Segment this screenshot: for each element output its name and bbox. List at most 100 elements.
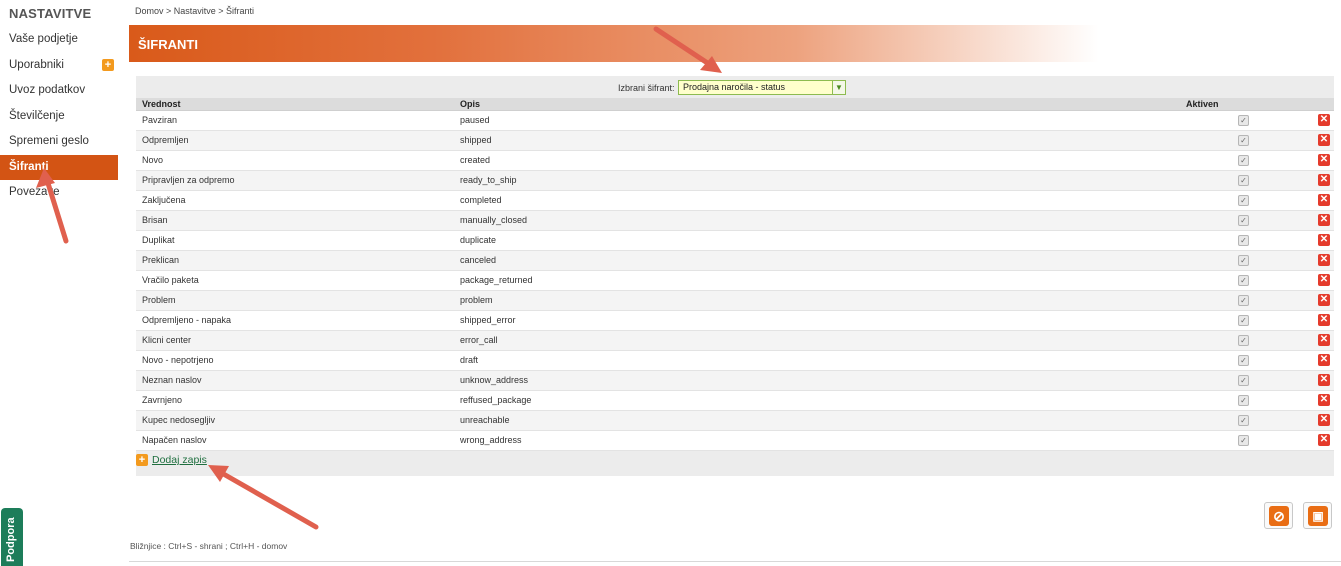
cell-vrednost[interactable]: Brisan — [136, 210, 454, 231]
column-header-aktiven: Aktiven — [1180, 98, 1306, 111]
active-checkbox[interactable]: ✓ — [1238, 394, 1249, 406]
delete-icon[interactable]: ✕ — [1318, 254, 1330, 266]
delete-icon[interactable]: ✕ — [1318, 134, 1330, 146]
cell-vrednost[interactable]: Zaključena — [136, 190, 454, 211]
active-checkbox[interactable]: ✓ — [1238, 354, 1249, 366]
cell-vrednost[interactable]: Problem — [136, 290, 454, 311]
sidebar-item-povezave[interactable]: Povezave — [0, 180, 118, 206]
add-icon[interactable]: + — [136, 454, 148, 467]
cell-opis[interactable]: duplicate — [454, 230, 1180, 251]
active-checkbox[interactable]: ✓ — [1238, 194, 1249, 206]
active-checkbox[interactable]: ✓ — [1238, 174, 1249, 186]
sidebar: NASTAVITVE Vaše podjetje Uporabniki + Uv… — [0, 0, 120, 566]
cell-aktiven: ✓ — [1180, 150, 1306, 171]
cell-opis[interactable]: wrong_address — [454, 430, 1180, 451]
table-row: Kupec nedosegljiv unreachable ✓ ✕ — [136, 410, 1334, 431]
active-checkbox[interactable]: ✓ — [1238, 334, 1249, 346]
cell-vrednost[interactable]: Pripravljen za odpremo — [136, 170, 454, 191]
cell-opis[interactable]: created — [454, 150, 1180, 171]
cell-opis[interactable]: ready_to_ship — [454, 170, 1180, 191]
cell-opis[interactable]: shipped_error — [454, 310, 1180, 331]
active-checkbox[interactable]: ✓ — [1238, 274, 1249, 286]
delete-icon[interactable]: ✕ — [1318, 194, 1330, 206]
codebook-select[interactable]: Prodajna naročila - status ▼ — [678, 80, 846, 95]
cell-aktiven: ✓ — [1180, 410, 1306, 431]
cell-opis[interactable]: draft — [454, 350, 1180, 371]
save-button[interactable]: ▣ — [1303, 502, 1332, 529]
cell-vrednost[interactable]: Pavziran — [136, 110, 454, 131]
delete-icon[interactable]: ✕ — [1318, 294, 1330, 306]
cell-opis[interactable]: shipped — [454, 130, 1180, 151]
selector-row: Izbrani šifrant: Prodajna naročila - sta… — [136, 79, 1334, 97]
cell-opis[interactable]: paused — [454, 110, 1180, 131]
sidebar-item-uvoz-podatkov[interactable]: Uvoz podatkov — [0, 78, 118, 104]
active-checkbox[interactable]: ✓ — [1238, 234, 1249, 246]
active-checkbox[interactable]: ✓ — [1238, 214, 1249, 226]
active-checkbox[interactable]: ✓ — [1238, 154, 1249, 166]
delete-icon[interactable]: ✕ — [1318, 434, 1330, 446]
cell-vrednost[interactable]: Zavrnjeno — [136, 390, 454, 411]
delete-icon[interactable]: ✕ — [1318, 234, 1330, 246]
delete-icon[interactable]: ✕ — [1318, 374, 1330, 386]
table-row: Klicni center error_call ✓ ✕ — [136, 330, 1334, 351]
cell-opis[interactable]: manually_closed — [454, 210, 1180, 231]
delete-icon[interactable]: ✕ — [1318, 414, 1330, 426]
cell-opis[interactable]: canceled — [454, 250, 1180, 271]
cell-opis[interactable]: unreachable — [454, 410, 1180, 431]
cell-vrednost[interactable]: Odpremljeno - napaka — [136, 310, 454, 331]
cancel-button[interactable]: ⊘ — [1264, 502, 1293, 529]
delete-icon[interactable]: ✕ — [1318, 314, 1330, 326]
cell-vrednost[interactable]: Napačen naslov — [136, 430, 454, 451]
cell-vrednost[interactable]: Novo — [136, 150, 454, 171]
cell-aktiven: ✓ — [1180, 210, 1306, 231]
table-row: Zavrnjeno reffused_package ✓ ✕ — [136, 390, 1334, 411]
delete-icon[interactable]: ✕ — [1318, 394, 1330, 406]
active-checkbox[interactable]: ✓ — [1238, 314, 1249, 326]
cell-opis[interactable]: unknow_address — [454, 370, 1180, 391]
cell-vrednost[interactable]: Preklican — [136, 250, 454, 271]
active-checkbox[interactable]: ✓ — [1238, 434, 1249, 446]
chevron-down-icon[interactable]: ▼ — [832, 81, 845, 94]
cell-vrednost[interactable]: Neznan naslov — [136, 370, 454, 391]
cell-opis[interactable]: completed — [454, 190, 1180, 211]
cell-opis[interactable]: reffused_package — [454, 390, 1180, 411]
cell-vrednost[interactable]: Vračilo paketa — [136, 270, 454, 291]
cell-aktiven: ✓ — [1180, 350, 1306, 371]
sidebar-item-stevilcenje[interactable]: Številčenje — [0, 104, 118, 130]
add-record[interactable]: + Dodaj zapis — [136, 454, 207, 467]
breadcrumb[interactable]: Domov > Nastavitve > Šifranti — [135, 6, 254, 16]
delete-icon[interactable]: ✕ — [1318, 354, 1330, 366]
table-row: Odpremljeno - napaka shipped_error ✓ ✕ — [136, 310, 1334, 331]
cell-aktiven: ✓ — [1180, 310, 1306, 331]
cell-vrednost[interactable]: Novo - nepotrjeno — [136, 350, 454, 371]
cell-vrednost[interactable]: Duplikat — [136, 230, 454, 251]
active-checkbox[interactable]: ✓ — [1238, 374, 1249, 386]
add-user-icon[interactable]: + — [102, 58, 114, 71]
sidebar-item-spremeni-geslo[interactable]: Spremeni geslo — [0, 129, 118, 155]
sidebar-item-vase-podjetje[interactable]: Vaše podjetje — [0, 27, 118, 53]
cell-vrednost[interactable]: Klicni center — [136, 330, 454, 351]
delete-icon[interactable]: ✕ — [1318, 174, 1330, 186]
cell-vrednost[interactable]: Odpremljen — [136, 130, 454, 151]
cell-vrednost[interactable]: Kupec nedosegljiv — [136, 410, 454, 431]
active-checkbox[interactable]: ✓ — [1238, 114, 1249, 126]
cell-opis[interactable]: problem — [454, 290, 1180, 311]
delete-icon[interactable]: ✕ — [1318, 214, 1330, 226]
active-checkbox[interactable]: ✓ — [1238, 134, 1249, 146]
cell-opis[interactable]: package_returned — [454, 270, 1180, 291]
sidebar-item-uporabniki[interactable]: Uporabniki + — [0, 53, 118, 79]
delete-icon[interactable]: ✕ — [1318, 114, 1330, 126]
active-checkbox[interactable]: ✓ — [1238, 294, 1249, 306]
cell-actions: ✕ — [1306, 410, 1334, 431]
active-checkbox[interactable]: ✓ — [1238, 254, 1249, 266]
delete-icon[interactable]: ✕ — [1318, 334, 1330, 346]
cell-actions: ✕ — [1306, 430, 1334, 451]
sidebar-item-sifranti[interactable]: Šifranti — [0, 154, 118, 180]
cell-opis[interactable]: error_call — [454, 330, 1180, 351]
delete-icon[interactable]: ✕ — [1318, 154, 1330, 166]
active-checkbox[interactable]: ✓ — [1238, 414, 1249, 426]
table-body: Pavziran paused ✓ ✕ Odpremljen shipped ✓ ✕ Novo c… — [136, 110, 1334, 451]
support-tab[interactable]: Podpora — [1, 508, 23, 566]
delete-icon[interactable]: ✕ — [1318, 274, 1330, 286]
add-record-link[interactable]: Dodaj zapis — [152, 454, 207, 466]
